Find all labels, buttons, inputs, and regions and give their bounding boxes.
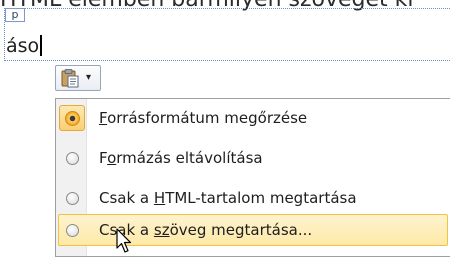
mouse-cursor-icon bbox=[116, 228, 132, 253]
chevron-down-icon: ▾ bbox=[86, 72, 92, 83]
paste-options-menu: Forrásformátum megőrzése Formázás eltávo… bbox=[55, 98, 450, 257]
editor-text: áso bbox=[6, 35, 40, 57]
radio-icon bbox=[66, 191, 79, 205]
clipboard-icon bbox=[60, 68, 80, 88]
radio-icon bbox=[66, 151, 79, 165]
text-caret bbox=[40, 35, 42, 56]
paste-options-button[interactable]: ▾ bbox=[55, 65, 101, 91]
radio-selected-icon bbox=[65, 110, 80, 126]
radio-icon bbox=[66, 223, 79, 237]
menu-item-keep-source-formatting[interactable]: Forrásformátum megőrzése bbox=[58, 102, 450, 134]
paragraph-tag-badge[interactable]: p bbox=[5, 8, 25, 22]
menu-item-remove-formatting[interactable]: Formázás eltávolítása bbox=[58, 142, 450, 174]
menu-item-label: Formázás eltávolítása bbox=[99, 149, 263, 167]
menu-item-label: Csak a HTML-tartalom megtartása bbox=[99, 189, 357, 207]
menu-item-keep-html-only[interactable]: Csak a HTML-tartalom megtartása bbox=[58, 182, 450, 214]
menu-item-label: Forrásformátum megőrzése bbox=[99, 109, 308, 127]
editor-current-line[interactable]: áso bbox=[6, 33, 42, 59]
editor-paragraph-frame[interactable] bbox=[4, 8, 450, 61]
